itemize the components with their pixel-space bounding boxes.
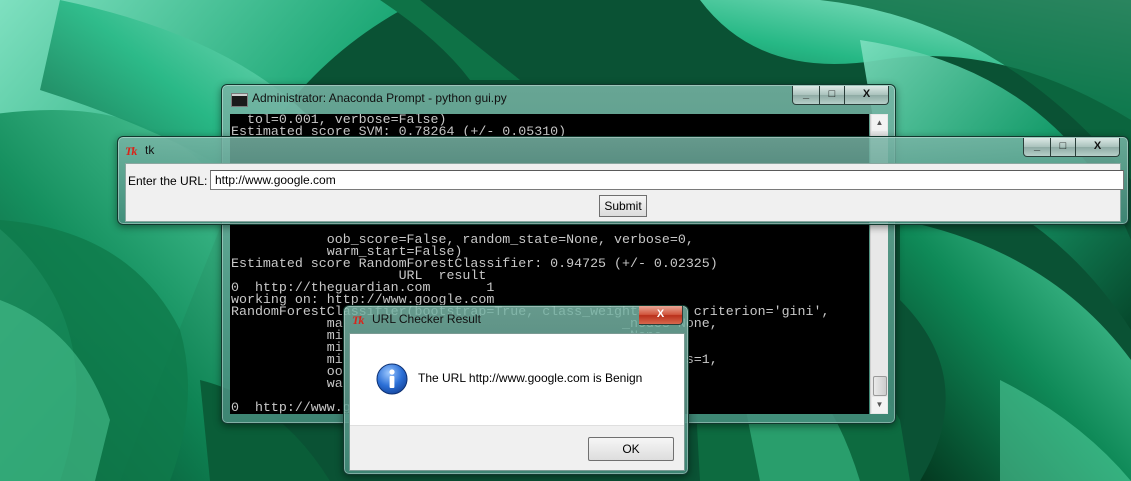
result-titlebar[interactable]: Tk URL Checker Result X: [344, 306, 688, 332]
console-caption-buttons: _ □ X: [792, 86, 889, 105]
tk-caption-buttons: _ □ X: [1023, 138, 1120, 157]
tk-window[interactable]: Tk tk _ □ X Enter the URL: Submit: [117, 136, 1129, 225]
console-maximize-button[interactable]: □: [820, 86, 845, 105]
ok-button[interactable]: OK: [588, 437, 674, 461]
tk-feather-icon: Tk: [125, 144, 137, 158]
result-close-button[interactable]: X: [639, 306, 683, 325]
tk-feather-icon: Tk: [352, 313, 364, 327]
tk-close-button[interactable]: X: [1076, 138, 1120, 157]
tk-titlebar[interactable]: Tk tk _ □ X: [118, 137, 1128, 163]
console-title: Administrator: Anaconda Prompt - python …: [252, 91, 507, 105]
tk-maximize-button[interactable]: □: [1051, 138, 1076, 157]
submit-button[interactable]: Submit: [599, 195, 647, 217]
result-caption-buttons: X: [639, 306, 683, 325]
command-prompt-icon: [231, 93, 248, 107]
result-title: URL Checker Result: [372, 312, 481, 326]
information-icon: [376, 363, 408, 395]
result-footer: OK: [350, 425, 684, 470]
result-dialog[interactable]: Tk URL Checker Result X The URL http://w…: [343, 305, 689, 475]
result-client-area: The URL http://www.google.com is Benign …: [349, 333, 685, 471]
scrollbar-thumb[interactable]: [873, 376, 887, 396]
console-minimize-button[interactable]: _: [792, 86, 820, 105]
result-message: The URL http://www.google.com is Benign: [418, 371, 643, 385]
scroll-down-arrow-icon[interactable]: ▼: [872, 397, 887, 413]
tk-title: tk: [145, 143, 155, 157]
url-label: Enter the URL:: [128, 174, 208, 188]
console-close-button[interactable]: X: [845, 86, 889, 105]
url-input[interactable]: [210, 170, 1124, 190]
tk-client-area: Enter the URL: Submit: [125, 163, 1124, 222]
scroll-up-arrow-icon[interactable]: ▲: [872, 115, 887, 131]
tk-minimize-button[interactable]: _: [1023, 138, 1051, 157]
console-titlebar[interactable]: Administrator: Anaconda Prompt - python …: [222, 85, 895, 113]
